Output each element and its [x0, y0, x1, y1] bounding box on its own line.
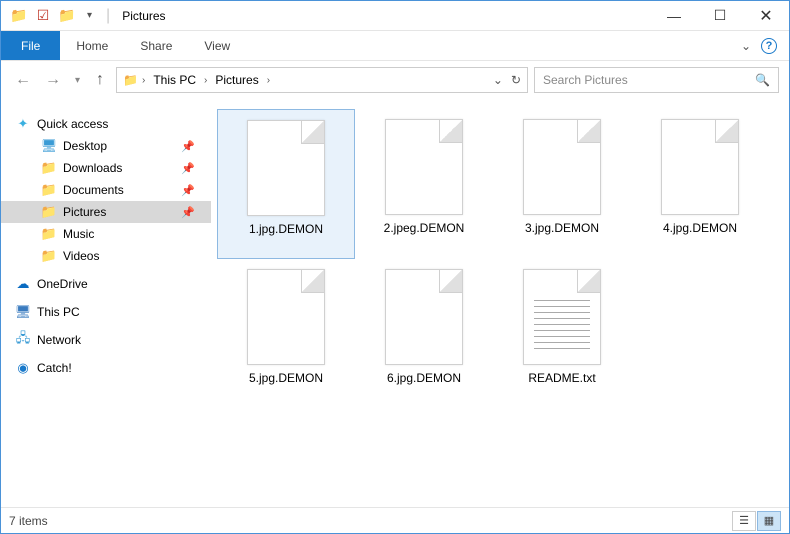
sidebar-item-music[interactable]: 📁 Music	[1, 223, 211, 245]
search-placeholder: Search Pictures	[543, 73, 628, 87]
chevron-right-icon[interactable]: ›	[138, 75, 149, 86]
pin-icon: 📌	[181, 162, 203, 175]
maximize-button[interactable]: ☐	[697, 1, 743, 31]
minimize-button[interactable]: —	[651, 1, 697, 31]
file-tile[interactable]: 1.jpg.DEMON	[217, 109, 355, 259]
file-icon	[385, 269, 463, 365]
folder-quick-icon[interactable]: 📁	[9, 6, 29, 26]
address-folder-icon: 📁	[123, 73, 138, 87]
sidebar-catch[interactable]: ◉ Catch!	[1, 357, 211, 379]
file-tile[interactable]: 5.jpg.DEMON	[217, 259, 355, 409]
file-tab[interactable]: File	[1, 31, 60, 60]
tab-view[interactable]: View	[188, 31, 246, 60]
up-button[interactable]: ↑	[90, 71, 110, 89]
back-button[interactable]: ←	[11, 71, 35, 89]
breadcrumb-pictures[interactable]: Pictures	[211, 73, 262, 87]
sidebar-label: OneDrive	[37, 277, 88, 291]
documents-icon: 📁	[41, 182, 57, 198]
file-icon	[661, 119, 739, 215]
sidebar-item-label: Videos	[63, 249, 99, 263]
file-tile[interactable]: 6.jpg.DEMON	[355, 259, 493, 409]
sidebar-label: Network	[37, 333, 81, 347]
sidebar-item-documents[interactable]: 📁 Documents 📌	[1, 179, 211, 201]
text-file-icon	[523, 269, 601, 365]
sidebar-quick-access[interactable]: ✦ Quick access	[1, 113, 211, 135]
title-separator: |	[102, 7, 114, 25]
qat-newfolder-icon[interactable]: 📁	[57, 6, 77, 26]
search-input[interactable]: Search Pictures 🔍	[534, 67, 779, 93]
help-icon[interactable]: ?	[761, 38, 777, 54]
downloads-icon: 📁	[41, 160, 57, 176]
breadcrumb-thispc[interactable]: This PC	[149, 73, 200, 87]
file-tile[interactable]: 4.jpg.DEMON	[631, 109, 769, 259]
file-icon	[247, 120, 325, 216]
sidebar-label: Catch!	[37, 361, 72, 375]
sidebar-item-label: Pictures	[63, 205, 106, 219]
address-bar[interactable]: 📁 › This PC › Pictures › ⌄ ↻	[116, 67, 528, 93]
network-icon: 🖧	[15, 332, 31, 348]
sidebar-thispc[interactable]: 🖥 This PC	[1, 301, 211, 323]
search-icon[interactable]: 🔍	[755, 73, 770, 87]
music-icon: 📁	[41, 226, 57, 242]
qat-customize-icon[interactable]: ▾	[81, 10, 98, 21]
sidebar-label: This PC	[37, 305, 80, 319]
navigation-row: ← → ▾ ↑ 📁 › This PC › Pictures › ⌄ ↻ Sea…	[1, 61, 789, 99]
pin-icon: 📌	[181, 184, 203, 197]
file-tile[interactable]: 3.jpg.DEMON	[493, 109, 631, 259]
file-label: 5.jpg.DEMON	[249, 365, 323, 385]
file-icon	[247, 269, 325, 365]
thispc-icon: 🖥	[15, 304, 31, 320]
sidebar-item-desktop[interactable]: 🖥 Desktop 📌	[1, 135, 211, 157]
pin-icon: 📌	[181, 206, 203, 219]
expand-ribbon-icon[interactable]: ⌄	[741, 39, 751, 53]
navigation-pane: ✦ Quick access 🖥 Desktop 📌 📁 Downloads 📌…	[1, 99, 211, 507]
status-bar: 7 items ☰ ▦	[1, 507, 789, 533]
refresh-icon[interactable]: ↻	[511, 73, 521, 87]
videos-icon: 📁	[41, 248, 57, 264]
file-tile[interactable]: 2.jpeg.DEMON	[355, 109, 493, 259]
file-label: 2.jpeg.DEMON	[384, 215, 465, 235]
tab-share[interactable]: Share	[124, 31, 188, 60]
sidebar-item-pictures[interactable]: 📁 Pictures 📌	[1, 201, 211, 223]
title-bar: 📁 ☑ 📁 ▾ | Pictures — ☐ ✕	[1, 1, 789, 31]
window-title: Pictures	[118, 9, 165, 23]
forward-button[interactable]: →	[41, 71, 65, 89]
desktop-icon: 🖥	[41, 138, 57, 154]
file-label: 1.jpg.DEMON	[249, 216, 323, 236]
file-label: 6.jpg.DEMON	[387, 365, 461, 385]
sidebar-item-label: Downloads	[63, 161, 122, 175]
sidebar-item-videos[interactable]: 📁 Videos	[1, 245, 211, 267]
details-view-button[interactable]: ☰	[732, 511, 756, 531]
qat-properties-icon[interactable]: ☑	[33, 6, 53, 26]
file-tile[interactable]: README.txt	[493, 259, 631, 409]
file-icon	[523, 119, 601, 215]
file-pane[interactable]: 1.jpg.DEMON 2.jpeg.DEMON 3.jpg.DEMON 4.jpg.…	[211, 99, 789, 507]
file-label: 4.jpg.DEMON	[663, 215, 737, 235]
sidebar-network[interactable]: 🖧 Network	[1, 329, 211, 351]
sidebar-item-label: Desktop	[63, 139, 107, 153]
chevron-right-icon[interactable]: ›	[200, 75, 211, 86]
file-label: README.txt	[528, 365, 595, 385]
main-area: ✦ Quick access 🖥 Desktop 📌 📁 Downloads 📌…	[1, 99, 789, 507]
sidebar-item-label: Music	[63, 227, 94, 241]
quick-access-icon: ✦	[15, 116, 31, 132]
pictures-icon: 📁	[41, 204, 57, 220]
catch-icon: ◉	[15, 360, 31, 376]
file-icon	[385, 119, 463, 215]
sidebar-onedrive[interactable]: ☁ OneDrive	[1, 273, 211, 295]
sidebar-item-label: Documents	[63, 183, 124, 197]
item-count: 7 items	[9, 514, 48, 528]
sidebar-label: Quick access	[37, 117, 108, 131]
chevron-right-icon[interactable]: ›	[263, 75, 274, 86]
close-button[interactable]: ✕	[743, 1, 789, 31]
large-icons-view-button[interactable]: ▦	[757, 511, 781, 531]
recent-locations-icon[interactable]: ▾	[71, 75, 84, 86]
ribbon: File Home Share View ⌄ ?	[1, 31, 789, 61]
sidebar-item-downloads[interactable]: 📁 Downloads 📌	[1, 157, 211, 179]
onedrive-icon: ☁	[15, 276, 31, 292]
tab-home[interactable]: Home	[60, 31, 124, 60]
address-dropdown-icon[interactable]: ⌄	[493, 73, 503, 87]
file-label: 3.jpg.DEMON	[525, 215, 599, 235]
pin-icon: 📌	[181, 140, 203, 153]
